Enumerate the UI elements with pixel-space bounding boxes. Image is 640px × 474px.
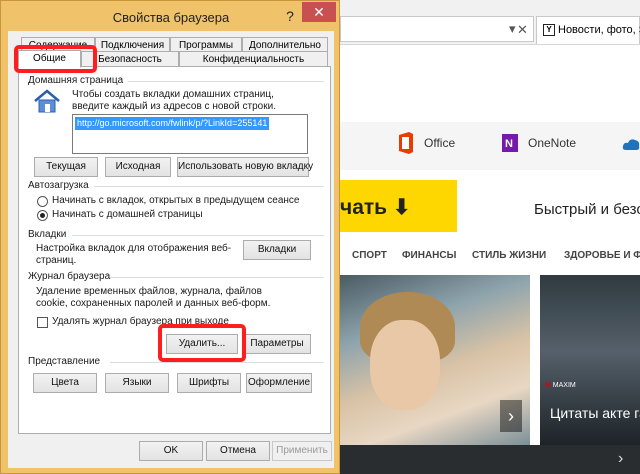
startup-group-label: Автозагрузка [28, 180, 89, 191]
cancel-button[interactable]: Отмена [206, 441, 270, 461]
news-headline[interactable]: Цитаты акте гадости дру [550, 403, 640, 423]
address-bar[interactable] [340, 16, 534, 42]
scroll-icon[interactable]: › [618, 450, 623, 468]
use-new-tab-button[interactable]: Использовать новую вкладку [177, 157, 313, 177]
use-default-button[interactable]: Исходная [105, 157, 171, 177]
onenote-icon: N [502, 134, 518, 152]
yandex-y-icon: Y [543, 24, 555, 36]
apply-button[interactable]: Применить [272, 441, 332, 461]
accessibility-button[interactable]: Оформление [246, 373, 312, 393]
appearance-group-label: Представление [28, 356, 101, 367]
highlight-delete-button [158, 324, 246, 362]
fonts-button[interactable]: Шрифты [177, 373, 241, 393]
colors-button[interactable]: Цвета [33, 373, 97, 393]
next-arrow-icon[interactable]: › [500, 400, 522, 432]
languages-button[interactable]: Языки [105, 373, 169, 393]
promo-text: Быстрый и безо [534, 201, 640, 218]
nav-health[interactable]: ЗДОРОВЬЕ И ФИ [564, 250, 640, 261]
separator [72, 235, 324, 236]
separator [128, 81, 324, 82]
history-description: Удаление временных файлов, журнала, файл… [36, 286, 271, 309]
news-photo-face [370, 320, 440, 410]
tabs-description: Настройка вкладок для отображения веб-ст… [36, 243, 232, 266]
homepage-hint: Чтобы создать вкладки домашних страниц, … [72, 89, 276, 112]
nav-lifestyle[interactable]: СТИЛЬ ЖИЗНИ [472, 250, 546, 261]
tabs-button[interactable]: Вкладки [243, 240, 311, 260]
quick-tiles [340, 122, 640, 170]
svg-text:N: N [505, 138, 513, 150]
nav-sport[interactable]: СПОРТ [352, 250, 387, 261]
delete-on-exit-checkbox[interactable] [37, 317, 48, 328]
startup-previous-label: Начинать с вкладок, открытых в предыдуще… [52, 195, 300, 206]
tabs-group-label: Вкладки [28, 229, 67, 240]
use-current-button[interactable]: Текущая [34, 157, 98, 177]
office-icon [399, 132, 413, 154]
history-settings-button[interactable]: Параметры [243, 334, 311, 354]
homepage-group-label: Домашняя страница [28, 75, 124, 86]
tile-office-label: Office [424, 136, 456, 150]
home-icon [34, 89, 60, 113]
help-icon[interactable]: ? [279, 6, 301, 26]
homepage-url-text: http://go.microsoft.com/fwlink/p/?LinkId… [75, 117, 270, 130]
history-group-label: Журнал браузера [28, 271, 111, 282]
close-icon[interactable]: ✕ [517, 22, 528, 38]
separator [94, 186, 324, 187]
promo-banner-text: чать ⬇ [340, 196, 411, 219]
ok-button[interactable]: OK [139, 441, 203, 461]
nav-finance[interactable]: ФИНАНСЫ [402, 250, 456, 261]
tile-onenote-label: OneNote [528, 136, 577, 150]
maxim-logo: M MAXIM [545, 382, 576, 389]
tile-onenote[interactable]: N OneNote [500, 132, 576, 154]
separator [110, 362, 324, 363]
tab-general[interactable]: Общие [18, 50, 81, 68]
browser-tab-title: Новости, фото, Sky [558, 24, 640, 36]
title-bar[interactable]: Свойства браузера ? ✕ [1, 1, 341, 33]
separator [110, 277, 324, 278]
close-button[interactable]: ✕ [302, 2, 336, 22]
startup-homepage-label: Начинать с домашней страницы [52, 209, 203, 220]
maxim-label: MAXIM [552, 382, 576, 389]
startup-homepage-radio[interactable] [37, 210, 48, 221]
cloud-icon [622, 139, 640, 150]
startup-previous-radio[interactable] [37, 196, 48, 207]
tile-office[interactable]: Office [396, 132, 455, 154]
